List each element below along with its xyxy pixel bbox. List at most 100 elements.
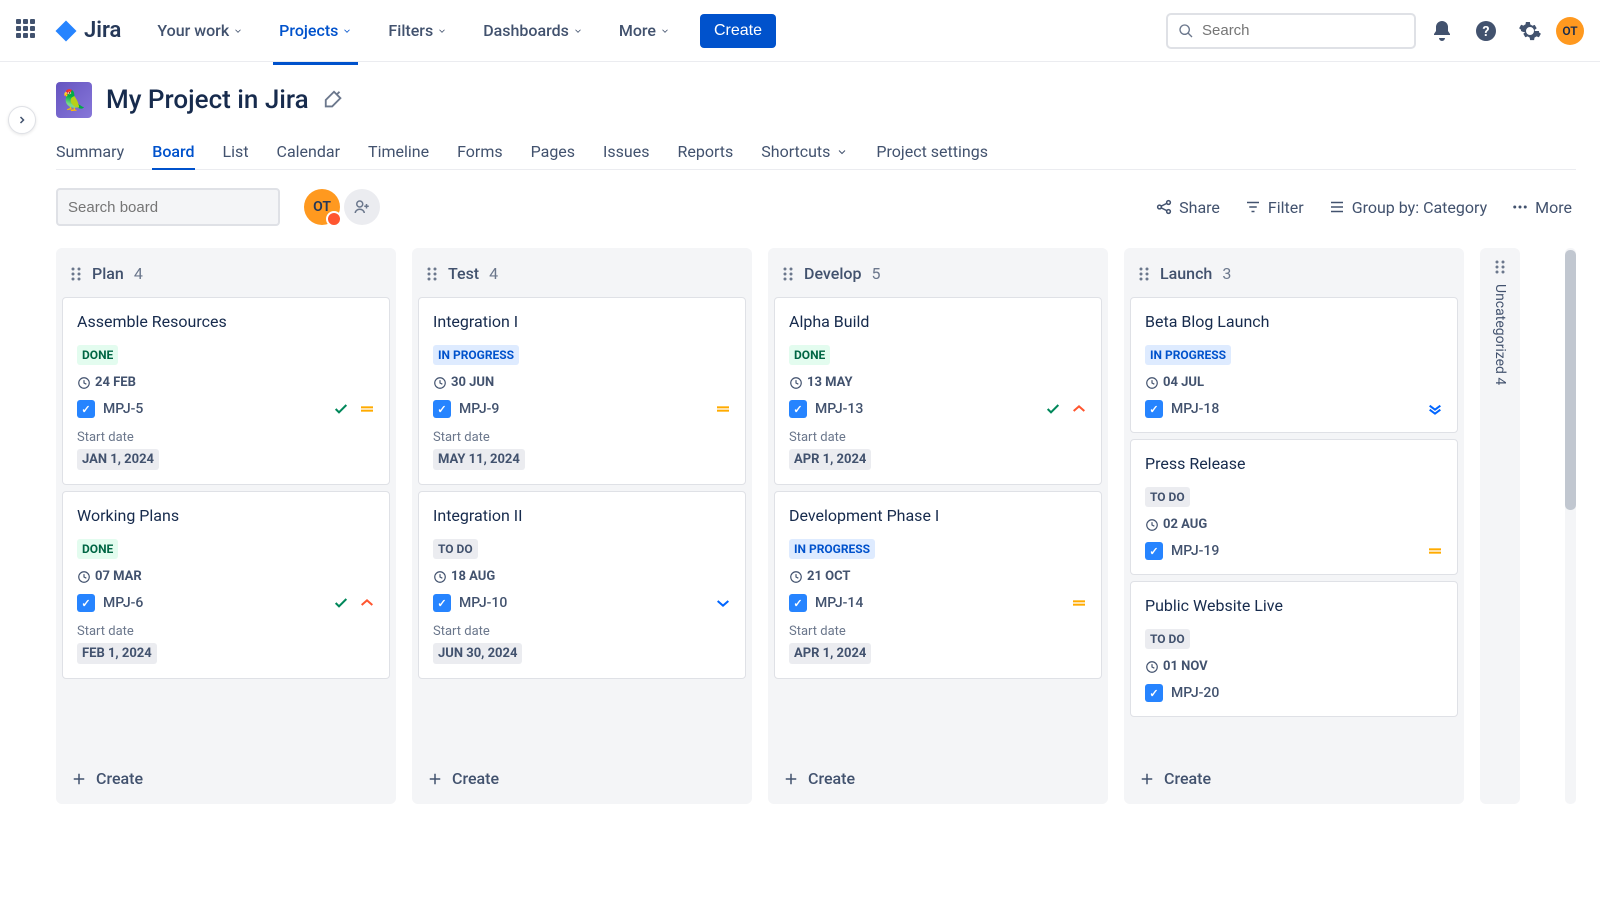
board-search[interactable] xyxy=(56,188,280,226)
tab-shortcuts[interactable]: Shortcuts xyxy=(761,134,848,169)
notifications-icon[interactable] xyxy=(1424,13,1460,49)
filter-button[interactable]: Filter xyxy=(1240,192,1308,223)
create-issue-button[interactable]: Create xyxy=(426,769,738,788)
card-due-date: 24 FEB xyxy=(77,375,375,390)
task-icon xyxy=(433,594,451,612)
issue-key[interactable]: MPJ-20 xyxy=(1145,684,1219,702)
column-body: Beta Blog Launch IN PROGRESS 04 JUL MPJ-… xyxy=(1124,297,1464,757)
issue-card[interactable]: Alpha Build DONE 13 MAY MPJ-13 Start dat… xyxy=(774,297,1102,485)
issue-key[interactable]: MPJ-14 xyxy=(789,594,863,612)
issue-card[interactable]: Press Release TO DO 02 AUG MPJ-19 xyxy=(1130,439,1458,575)
more-button[interactable]: More xyxy=(1507,192,1576,223)
drag-handle-icon[interactable] xyxy=(782,267,794,281)
column-header: Test 4 xyxy=(412,248,752,297)
issue-card[interactable]: Beta Blog Launch IN PROGRESS 04 JUL MPJ-… xyxy=(1130,297,1458,433)
issue-key[interactable]: MPJ-9 xyxy=(433,400,499,418)
tab-board[interactable]: Board xyxy=(152,134,194,169)
issue-card[interactable]: Public Website Live TO DO 01 NOV MPJ-20 xyxy=(1130,581,1458,717)
card-due-date: 18 AUG xyxy=(433,569,731,584)
create-issue-button[interactable]: Create xyxy=(70,769,382,788)
column-count: 5 xyxy=(871,264,880,283)
tab-reports[interactable]: Reports xyxy=(677,134,733,169)
column-body: Alpha Build DONE 13 MAY MPJ-13 Start dat… xyxy=(768,297,1108,757)
global-search-input[interactable] xyxy=(1202,22,1404,39)
status-badge: IN PROGRESS xyxy=(1145,345,1231,365)
tab-timeline[interactable]: Timeline xyxy=(368,134,429,169)
member-avatar[interactable]: OT xyxy=(304,189,340,225)
status-badge: DONE xyxy=(789,345,830,365)
nav-item-dashboards[interactable]: Dashboards xyxy=(477,13,589,48)
global-search[interactable] xyxy=(1166,13,1416,49)
tab-calendar[interactable]: Calendar xyxy=(277,134,340,169)
status-badge: DONE xyxy=(77,539,118,559)
card-meta-icons xyxy=(1427,543,1443,559)
issue-key[interactable]: MPJ-18 xyxy=(1145,400,1219,418)
customize-icon[interactable] xyxy=(323,89,345,111)
create-button[interactable]: Create xyxy=(700,14,776,48)
groupby-button[interactable]: Group by: Category xyxy=(1324,192,1491,223)
card-title: Public Website Live xyxy=(1145,596,1443,615)
column-header: Plan 4 xyxy=(56,248,396,297)
card-start-date: Start dateFEB 1, 2024 xyxy=(77,624,375,664)
logo-text: Jira xyxy=(84,18,121,43)
column-launch: Launch 3 Beta Blog Launch IN PROGRESS 04… xyxy=(1124,248,1464,804)
issue-key[interactable]: MPJ-19 xyxy=(1145,542,1219,560)
create-issue-button[interactable]: Create xyxy=(1138,769,1450,788)
status-badge: TO DO xyxy=(1145,487,1190,507)
tab-summary[interactable]: Summary xyxy=(56,134,124,169)
tab-issues[interactable]: Issues xyxy=(603,134,649,169)
nav-item-filters[interactable]: Filters xyxy=(382,13,453,48)
add-member-button[interactable] xyxy=(344,189,380,225)
tab-project-settings[interactable]: Project settings xyxy=(876,134,988,169)
card-meta-icons xyxy=(715,595,731,611)
card-due-date: 04 JUL xyxy=(1145,375,1443,390)
project-tabs: Summary Board List Calendar Timeline Forms Pag… xyxy=(56,134,1576,170)
tab-pages[interactable]: Pages xyxy=(531,134,575,169)
issue-card[interactable]: Development Phase I IN PROGRESS 21 OCT M… xyxy=(774,491,1102,679)
tab-forms[interactable]: Forms xyxy=(457,134,503,169)
board-search-input[interactable] xyxy=(68,199,267,216)
share-button[interactable]: Share xyxy=(1151,192,1224,223)
drag-handle-icon[interactable] xyxy=(1138,267,1150,281)
issue-card[interactable]: Integration I IN PROGRESS 30 JUN MPJ-9 S… xyxy=(418,297,746,485)
status-badge: TO DO xyxy=(433,539,478,559)
drag-handle-icon[interactable] xyxy=(426,267,438,281)
app-switcher-icon[interactable] xyxy=(16,19,40,43)
nav-item-projects[interactable]: Projects xyxy=(273,13,358,48)
issue-key[interactable]: MPJ-5 xyxy=(77,400,143,418)
issue-key[interactable]: MPJ-13 xyxy=(789,400,863,418)
card-start-date: Start dateAPR 1, 2024 xyxy=(789,624,1087,664)
scrollbar[interactable] xyxy=(1565,248,1576,804)
status-badge: IN PROGRESS xyxy=(433,345,519,365)
task-icon xyxy=(433,400,451,418)
column-uncategorized-collapsed[interactable]: Uncategorized 4 xyxy=(1480,248,1520,804)
jira-logo[interactable]: Jira xyxy=(54,18,121,43)
settings-icon[interactable] xyxy=(1512,13,1548,49)
issue-key[interactable]: MPJ-6 xyxy=(77,594,143,612)
nav-item-your-work[interactable]: Your work xyxy=(151,13,249,48)
issue-card[interactable]: Working Plans DONE 07 MAR MPJ-6 Start da… xyxy=(62,491,390,679)
card-due-date: 02 AUG xyxy=(1145,517,1443,532)
kanban-board: Plan 4 Assemble Resources DONE 24 FEB MP… xyxy=(56,248,1576,804)
issue-card[interactable]: Assemble Resources DONE 24 FEB MPJ-5 Sta… xyxy=(62,297,390,485)
card-meta-icons xyxy=(333,595,375,611)
issue-key[interactable]: MPJ-10 xyxy=(433,594,507,612)
card-title: Development Phase I xyxy=(789,506,1087,525)
sidebar-expand-button[interactable] xyxy=(8,106,36,134)
create-issue-button[interactable]: Create xyxy=(782,769,1094,788)
card-due-date: 01 NOV xyxy=(1145,659,1443,674)
card-title: Integration I xyxy=(433,312,731,331)
card-meta-icons xyxy=(715,401,731,417)
card-due-date: 30 JUN xyxy=(433,375,731,390)
drag-handle-icon[interactable] xyxy=(70,267,82,281)
card-meta-icons xyxy=(1045,401,1087,417)
column-body: Assemble Resources DONE 24 FEB MPJ-5 Sta… xyxy=(56,297,396,757)
issue-card[interactable]: Integration II TO DO 18 AUG MPJ-10 Start… xyxy=(418,491,746,679)
column-title: Plan xyxy=(92,264,124,283)
task-icon xyxy=(1145,684,1163,702)
nav-item-more[interactable]: More xyxy=(613,13,676,48)
profile-avatar[interactable]: OT xyxy=(1556,17,1584,45)
tab-list[interactable]: List xyxy=(223,134,249,169)
task-icon xyxy=(77,594,95,612)
help-icon[interactable]: ? xyxy=(1468,13,1504,49)
